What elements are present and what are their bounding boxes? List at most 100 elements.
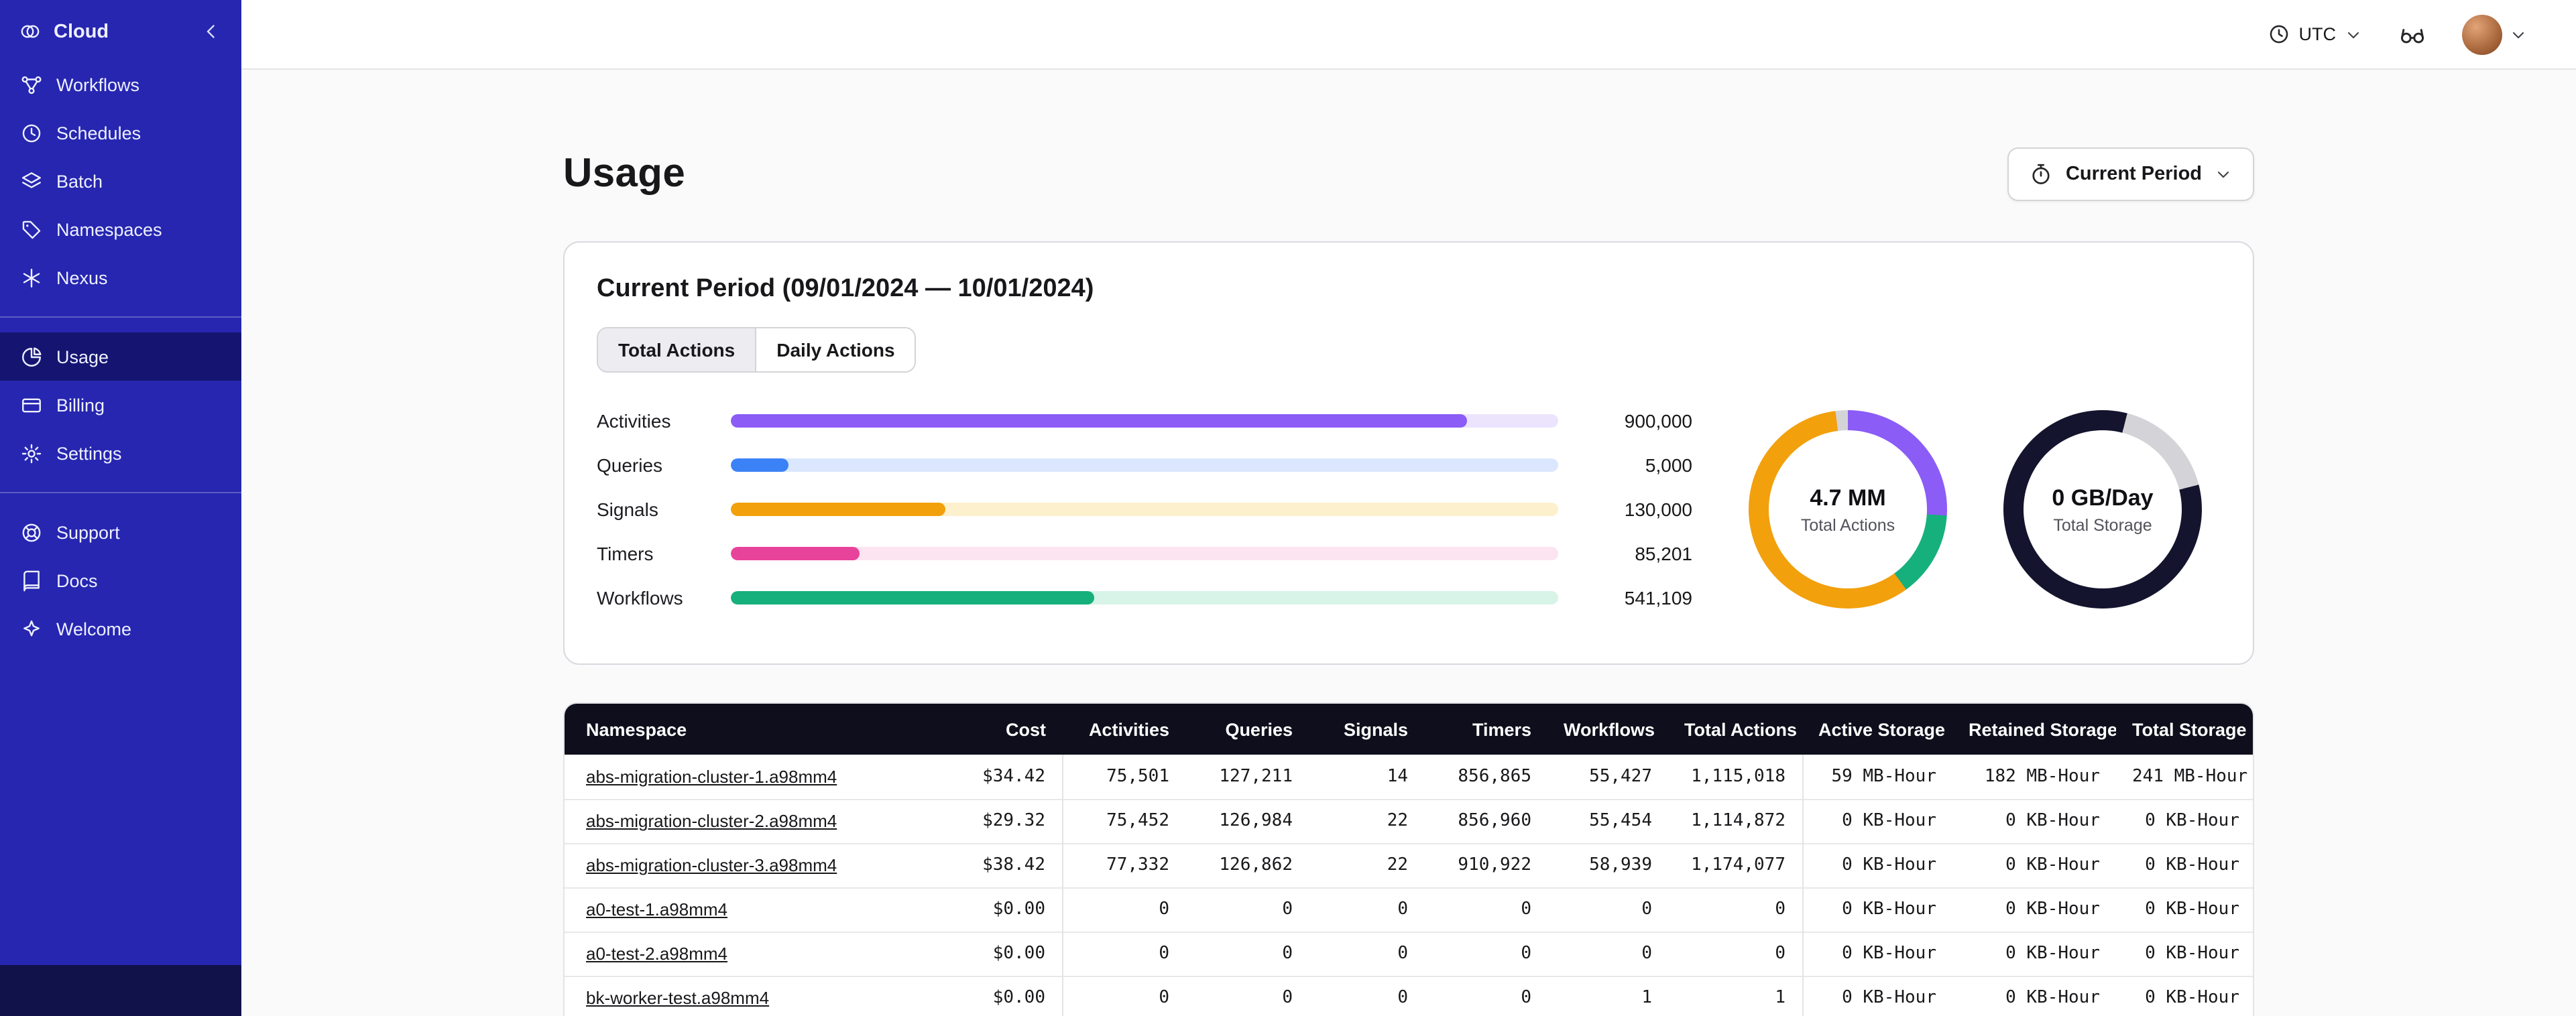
sidebar-item-schedules[interactable]: Schedules — [0, 109, 241, 157]
table-row: a0-test-2.a98mm4 $0.00 0 0 0 0 0 0 0 KB-Hour 0 KB… — [565, 931, 2253, 976]
schedules-icon — [20, 121, 43, 144]
bar-label: Signals — [597, 499, 658, 520]
value-cell: 127,211 — [1219, 766, 1293, 787]
bar-value: 5,000 — [1645, 454, 1692, 476]
namespace-link[interactable]: a0-test-1.a98mm4 — [586, 899, 727, 919]
sidebar-collapse-icon[interactable] — [200, 20, 223, 43]
bar-track — [731, 591, 1558, 605]
bar-label: Timers — [597, 543, 654, 564]
sidebar-title: Cloud — [54, 21, 109, 42]
sidebar-nav-account: Usage Billing Settings — [0, 328, 241, 481]
value-cell: 0 KB-Hour — [1802, 931, 1952, 976]
bar-label: Workflows — [597, 587, 683, 609]
timezone-selector[interactable]: UTC — [2268, 23, 2363, 46]
bar-row-signals: Signals 130,000 — [597, 499, 1692, 520]
view-tabs: Total Actions Daily Actions — [597, 327, 917, 373]
account-menu[interactable] — [2462, 14, 2528, 54]
page-title: Usage — [563, 151, 686, 196]
value-cell: 0 — [1668, 931, 1802, 976]
column-header-activities: Activities — [1062, 704, 1185, 755]
tab-daily-actions[interactable]: Daily Actions — [755, 328, 915, 371]
value-cell: 0 — [1185, 931, 1309, 976]
sidebar-item-label: Welcome — [56, 619, 132, 639]
sidebar-item-label: Usage — [56, 346, 109, 367]
value-cell: 0 — [1061, 975, 1185, 1016]
bar-label: Activities — [597, 410, 671, 432]
value-cell: 1,115,018 — [1691, 766, 1785, 787]
sidebar-nav-primary: Workflows Schedules Batch Namespaces Nexus — [0, 56, 241, 306]
sidebar-item-docs[interactable]: Docs — [0, 556, 241, 605]
value-cell: 0 — [1424, 975, 1547, 1016]
bar-row-timers: Timers 85,201 — [597, 543, 1692, 564]
column-header-namespace: Namespace — [565, 704, 941, 755]
value-cell: $0.00 — [941, 931, 1062, 976]
namespace-cell: abs-migration-cluster-1.a98mm4 — [565, 755, 941, 799]
value-cell: 1 — [1547, 975, 1668, 1016]
value-cell: 0 — [1309, 887, 1424, 932]
value-cell: 14 — [1387, 766, 1408, 787]
column-header-queries: Queries — [1185, 704, 1309, 755]
namespace-link[interactable]: abs-migration-cluster-3.a98mm4 — [586, 855, 837, 875]
sidebar-item-label: Docs — [56, 570, 98, 590]
donut-label: Total Storage — [2053, 515, 2152, 534]
value-cell: 0 KB-Hour — [2116, 887, 2253, 932]
value-cell: 75,452 — [1061, 798, 1185, 843]
total-actions-donut: 4.7 MM Total Actions — [1749, 410, 1947, 609]
sidebar-item-nexus[interactable]: Nexus — [0, 253, 241, 302]
value-cell: $29.32 — [941, 798, 1062, 843]
namespace-cell: abs-migration-cluster-3.a98mm4 — [565, 842, 941, 887]
bar-row-queries: Queries 5,000 — [597, 454, 1692, 476]
avatar[interactable] — [2462, 14, 2502, 54]
table-row: a0-test-1.a98mm4 $0.00 0 0 0 0 0 0 0 KB-Hour 0 KB… — [565, 887, 2253, 932]
usage-bar-chart: Activities 900,000 Queries 5,000 Signals 130,… — [597, 410, 1692, 609]
value-cell: 1 — [1668, 975, 1802, 1016]
chevron-down-icon — [2344, 25, 2363, 44]
workflows-icon — [20, 73, 43, 96]
namespace-link[interactable]: abs-migration-cluster-1.a98mm4 — [586, 767, 837, 787]
sidebar-item-label: Settings — [56, 443, 122, 463]
value-cell: 0 — [1309, 975, 1424, 1016]
usage-page: Usage Current Period Current Period (09/… — [563, 70, 2254, 1016]
sidebar: Cloud Workflows Schedules Batch Namespaces N… — [0, 0, 241, 1016]
bar-track — [731, 503, 1558, 516]
value-cell: 0 KB-Hour — [2116, 842, 2253, 887]
value-cell: 0 — [1185, 975, 1309, 1016]
sidebar-item-welcome[interactable]: Welcome — [0, 605, 241, 653]
column-header-cost: Cost — [941, 704, 1062, 755]
namespace-cell: a0-test-1.a98mm4 — [565, 887, 941, 932]
sidebar-item-settings[interactable]: Settings — [0, 429, 241, 477]
bar-value: 85,201 — [1635, 543, 1692, 564]
value-cell: 0 KB-Hour — [2116, 798, 2253, 843]
glasses-icon[interactable] — [2398, 19, 2427, 49]
sidebar-item-usage[interactable]: Usage — [0, 332, 241, 381]
table-row: abs-migration-cluster-1.a98mm4 $34.42 75,5… — [565, 755, 2253, 799]
sidebar-item-support[interactable]: Support — [0, 508, 241, 556]
sidebar-item-label: Batch — [56, 171, 103, 191]
value-cell: 58,939 — [1547, 842, 1668, 887]
bar-row-activities: Activities 900,000 — [597, 410, 1692, 432]
period-selector-button[interactable]: Current Period — [2007, 147, 2254, 201]
stopwatch-icon — [2030, 162, 2054, 186]
donut-center: 4.7 MM Total Actions — [1769, 430, 1927, 588]
value-cell: 1,114,872 — [1668, 798, 1802, 843]
value-cell: 0 — [1185, 887, 1309, 932]
sidebar-item-workflows[interactable]: Workflows — [0, 60, 241, 109]
namespace-link[interactable]: abs-migration-cluster-2.a98mm4 — [586, 811, 837, 831]
value-cell: $34.42 — [982, 766, 1045, 787]
sidebar-item-billing[interactable]: Billing — [0, 381, 241, 429]
tab-total-actions[interactable]: Total Actions — [598, 328, 756, 371]
value-cell: 77,332 — [1061, 842, 1185, 887]
sidebar-item-namespaces[interactable]: Namespaces — [0, 205, 241, 253]
value-cell: 0 KB-Hour — [1952, 842, 2116, 887]
usage-icon — [20, 345, 43, 368]
sidebar-item-label: Workflows — [56, 74, 140, 94]
bar-label: Queries — [597, 454, 663, 476]
value-cell: 0 KB-Hour — [1952, 887, 2116, 932]
value-cell: 0 KB-Hour — [2116, 931, 2253, 976]
namespace-link[interactable]: bk-worker-test.a98mm4 — [586, 989, 769, 1009]
namespace-cell: bk-worker-test.a98mm4 — [565, 975, 941, 1016]
namespace-link[interactable]: a0-test-2.a98mm4 — [586, 944, 727, 964]
value-cell: 22 — [1309, 798, 1424, 843]
value-cell: 0 KB-Hour — [1802, 798, 1952, 843]
sidebar-item-batch[interactable]: Batch — [0, 157, 241, 205]
